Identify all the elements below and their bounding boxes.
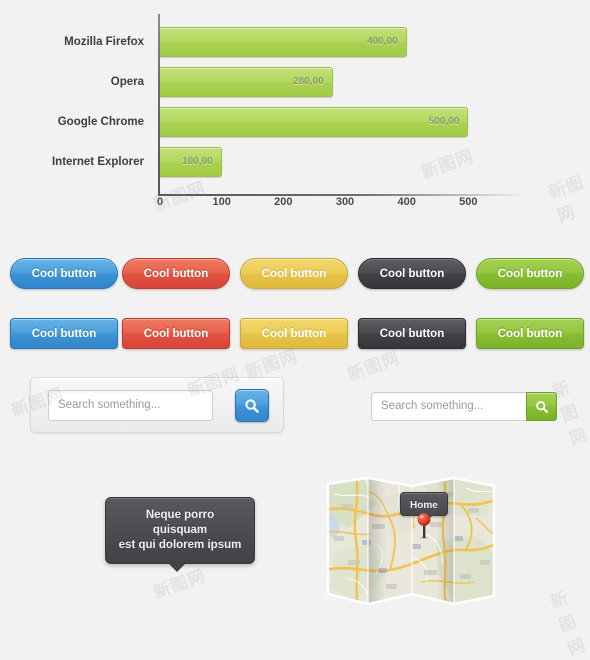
watermark: 新图网 (547, 588, 589, 660)
ui-kit-canvas: Mozilla Firefox Opera Google Chrome Inte… (0, 0, 590, 660)
chart-category-label: Google Chrome (57, 116, 144, 128)
chart-bar-row: 400,00 (160, 22, 407, 62)
chart-bar-row: 280,00 (160, 62, 333, 102)
chart-x-tick-label: 400 (397, 196, 416, 208)
chart-x-tick-label: 200 (274, 196, 293, 208)
chart-category-label: Internet Explorer (51, 156, 144, 168)
cool-button-blue-pill[interactable]: Cool button (10, 258, 118, 289)
tooltip-bubble: Neque porro quisquam est qui dolorem ips… (105, 497, 255, 572)
cool-button-dark-rect[interactable]: Cool button (358, 318, 466, 349)
cool-button-green-pill[interactable]: Cool button (476, 258, 584, 289)
search-inline: Search something... (371, 392, 557, 421)
chart-category-labels: Mozilla Firefox Opera Google Chrome Inte… (0, 22, 152, 182)
cool-button-blue-rect[interactable]: Cool button (10, 318, 118, 349)
chart-x-tick-label: 500 (459, 196, 478, 208)
chart-plot-area: 400,00 280,00 500,00 100,00 (158, 14, 528, 196)
cool-button-dark-pill[interactable]: Cool button (358, 258, 466, 289)
search-panel: Search something... (30, 377, 284, 433)
chart-x-tick-label: 100 (212, 196, 231, 208)
chart-bar-value: 400,00 (367, 36, 398, 47)
chart-bar-row: 100,00 (160, 142, 222, 182)
chart-x-tick-label: 0 (156, 196, 164, 208)
map-pin-icon[interactable] (414, 511, 434, 539)
chart-bar-value: 280,00 (293, 76, 324, 87)
chart-bar[interactable]: 400,00 (160, 27, 407, 57)
rect-button-row: Cool button Cool button Cool button Cool… (0, 318, 590, 358)
chart-bar-value: 100,00 (182, 156, 213, 167)
tooltip-line-1: Neque porro quisquam (145, 509, 215, 536)
search-input-inline[interactable]: Search something... (381, 393, 483, 420)
chart-bar-value: 500,00 (428, 116, 460, 127)
cool-button-yellow-pill[interactable]: Cool button (240, 258, 348, 289)
search-button-inline[interactable] (526, 392, 557, 421)
search-button[interactable] (235, 389, 269, 422)
chart-bar[interactable]: 280,00 (160, 67, 333, 97)
search-input[interactable]: Search something... (48, 390, 213, 421)
pill-button-row: Cool button Cool button Cool button Cool… (0, 258, 590, 298)
chart-x-tick-labels: 0 100 200 300 400 500 (156, 196, 558, 216)
map-pin-label: Home (410, 500, 438, 511)
chart-x-tick-label: 300 (335, 196, 355, 208)
bar-chart: Mozilla Firefox Opera Google Chrome Inte… (0, 0, 590, 228)
cool-button-red-rect[interactable]: Cool button (122, 318, 230, 349)
chart-bar[interactable]: 500,00 (160, 107, 469, 137)
search-icon (535, 400, 548, 413)
cool-button-yellow-rect[interactable]: Cool button (240, 318, 348, 349)
search-icon (245, 398, 259, 413)
chart-category-label: Opera (110, 76, 144, 88)
chart-category-label: Mozilla Firefox (64, 36, 144, 48)
cool-button-red-pill[interactable]: Cool button (122, 258, 230, 289)
chart-bar-row: 500,00 (160, 102, 469, 142)
chart-bar[interactable]: 100,00 (160, 147, 222, 177)
tooltip-line-2: est qui dolorem ipsum (118, 539, 242, 551)
cool-button-green-rect[interactable]: Cool button (476, 318, 584, 349)
